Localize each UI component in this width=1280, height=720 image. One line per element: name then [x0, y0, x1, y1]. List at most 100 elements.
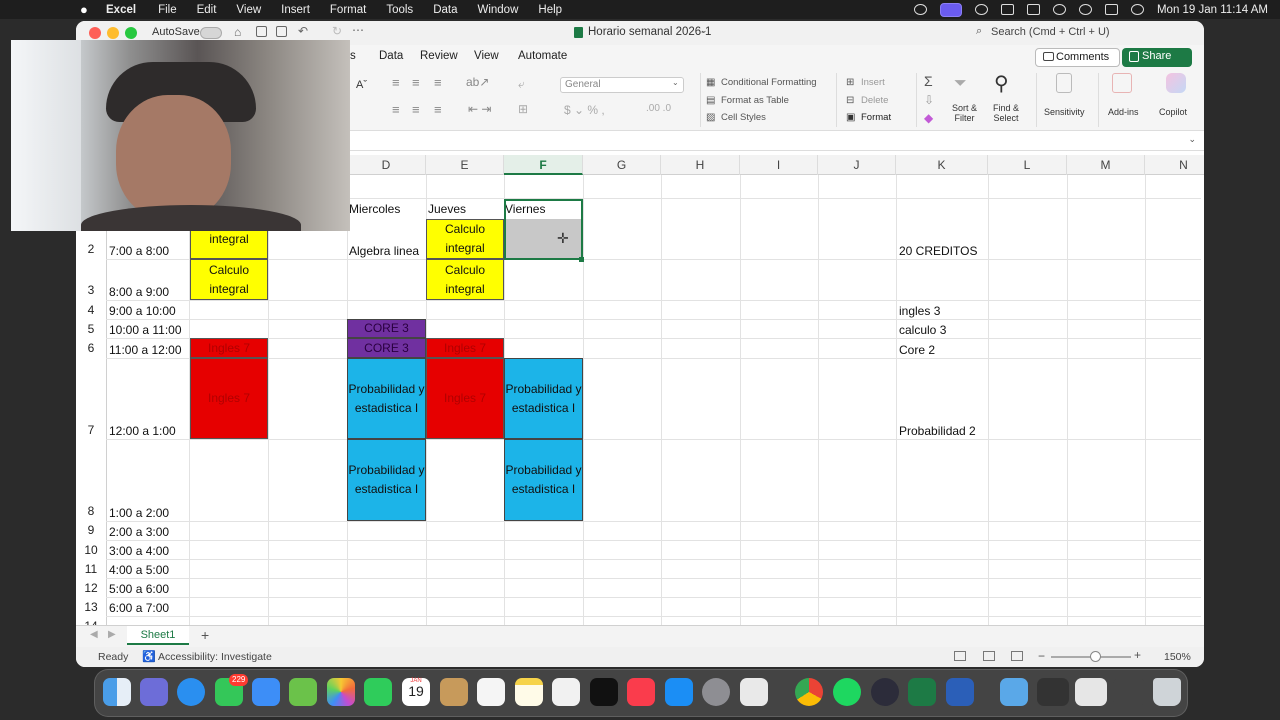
merge-icon[interactable]: ⊞ [518, 102, 528, 116]
normal-view-icon[interactable] [954, 651, 966, 661]
tab-automate[interactable]: Automate [518, 50, 567, 62]
more-icon[interactable]: ⋯ [352, 23, 364, 37]
facetime-icon[interactable] [364, 678, 392, 706]
decrease-font-icon[interactable]: Aˇ [356, 79, 367, 91]
row-header-4[interactable]: 4 [76, 303, 106, 317]
cell-d8[interactable]: Probabilidad y estadistica I [347, 439, 426, 521]
delete-button[interactable]: Delete [861, 95, 888, 106]
folder-icon[interactable] [1000, 678, 1028, 706]
app-store-icon[interactable] [665, 678, 693, 706]
system-settings-icon[interactable] [702, 678, 730, 706]
row-header-10[interactable]: 10 [76, 543, 106, 557]
prev-sheet-icon[interactable]: ◀ [90, 629, 98, 640]
find-select-button[interactable]: Find & Select [993, 103, 1019, 123]
wifi-icon[interactable] [1052, 4, 1066, 15]
chevron-down-icon[interactable]: ⌄ [700, 25, 708, 36]
indent-icon[interactable]: ⇤ ⇥ [468, 102, 491, 116]
edit-icon[interactable] [276, 26, 287, 37]
cell-b3[interactable]: Calculo integral [190, 259, 268, 300]
apple-tv-icon[interactable] [590, 678, 618, 706]
column-header-e[interactable]: E [426, 155, 504, 175]
cell-k7[interactable]: Probabilidad 2 [896, 358, 988, 439]
play-icon[interactable] [974, 4, 988, 15]
recent-window-thumbnail[interactable] [1037, 678, 1069, 706]
zoom-out-icon[interactable]: − [1038, 649, 1045, 663]
spotlight-icon[interactable] [1078, 4, 1092, 15]
recent-screenshot-thumbnail[interactable] [1113, 678, 1145, 706]
conditional-formatting-button[interactable]: Conditional Formatting [721, 77, 817, 88]
obs-icon[interactable] [871, 678, 899, 706]
launchpad-icon[interactable] [140, 678, 168, 706]
copilot-button[interactable]: Copilot [1159, 107, 1187, 117]
cell-d5[interactable]: CORE 3 [347, 319, 426, 338]
formula-bar-chevron-icon[interactable]: ⌄ [1188, 134, 1196, 145]
row-header-8[interactable]: 8 [76, 504, 106, 518]
document-title[interactable]: Horario semanal 2026-1 [588, 26, 711, 38]
control-center-icon[interactable] [1104, 4, 1118, 15]
sensitivity-button[interactable]: Sensitivity [1044, 107, 1085, 117]
close-window-icon[interactable] [89, 27, 101, 39]
cell-b6[interactable]: Ingles 7 [190, 338, 268, 358]
fill-icon[interactable]: ⇩ [924, 93, 934, 107]
finder-icon[interactable] [103, 678, 131, 706]
zoom-window-icon[interactable] [125, 27, 137, 39]
addins-button[interactable]: Add-ins [1108, 107, 1139, 117]
row-header-7[interactable]: 7 [76, 423, 106, 437]
column-header-d[interactable]: D [347, 155, 426, 175]
cell-f7[interactable]: Probabilidad y estadistica I [504, 358, 583, 439]
tab-formulas-partial[interactable]: s [350, 50, 356, 62]
maps-icon[interactable] [289, 678, 317, 706]
cell-d2[interactable]: Algebra linea [347, 219, 426, 259]
contacts-icon[interactable] [440, 678, 468, 706]
autosum-icon[interactable]: Σ [924, 73, 933, 89]
cell-e3[interactable]: Calculo integral [426, 259, 504, 300]
menu-data[interactable]: Data [433, 4, 457, 16]
autosave-toggle[interactable] [200, 27, 222, 39]
music-icon[interactable] [627, 678, 655, 706]
creative-cloud-icon[interactable] [913, 4, 927, 15]
menu-format[interactable]: Format [330, 4, 366, 16]
row-header-6[interactable]: 6 [76, 341, 106, 355]
row-header-12[interactable]: 12 [76, 581, 106, 595]
spotify-icon[interactable] [833, 678, 861, 706]
orientation-icon[interactable]: ab↗ [466, 75, 489, 89]
align-middle-icon[interactable]: ≡ [412, 75, 420, 90]
cell-k5[interactable]: calculo 3 [896, 319, 988, 338]
chrome-icon[interactable] [795, 678, 823, 706]
column-header-m[interactable]: M [1067, 155, 1145, 175]
column-header-n[interactable]: N [1145, 155, 1204, 175]
cell-d6[interactable]: CORE 3 [347, 338, 426, 358]
search-box[interactable]: Search (Cmd + Ctrl + U) [991, 26, 1110, 38]
photos-icon[interactable] [327, 678, 355, 706]
menu-view[interactable]: View [236, 4, 261, 16]
accessibility-icon[interactable] [1000, 4, 1014, 15]
clock[interactable]: Mon 19 Jan 11:14 AM [1157, 4, 1268, 16]
mail-icon[interactable] [252, 678, 280, 706]
tab-view[interactable]: View [474, 50, 499, 62]
cell-e2[interactable]: Calculo integral [426, 219, 504, 259]
column-header-f[interactable]: F [504, 155, 583, 175]
screen-mirror-icon[interactable] [939, 2, 962, 17]
column-header-k[interactable]: K [896, 155, 988, 175]
page-layout-icon[interactable] [983, 651, 995, 661]
cell-e6[interactable]: Ingles 7 [426, 338, 504, 358]
excel-icon[interactable] [908, 678, 936, 706]
column-header-j[interactable]: J [818, 155, 896, 175]
clear-icon[interactable]: ◆ [924, 111, 933, 125]
zoom-slider-thumb[interactable] [1090, 651, 1101, 662]
align-bottom-icon[interactable]: ≡ [434, 75, 442, 90]
add-sheet-icon[interactable]: + [201, 627, 209, 643]
zoom-level[interactable]: 150% [1164, 651, 1191, 663]
insert-button[interactable]: Insert [861, 77, 885, 88]
column-header-i[interactable]: I [740, 155, 818, 175]
home-icon[interactable]: ⌂ [234, 25, 241, 39]
cell-d7[interactable]: Probabilidad y estadistica I [347, 358, 426, 439]
cell-f8[interactable]: Probabilidad y estadistica I [504, 439, 583, 521]
cell-styles-button[interactable]: Cell Styles [721, 112, 766, 123]
cell-e7[interactable]: Ingles 7 [426, 358, 504, 439]
wrap-text-icon[interactable]: ⤶ [518, 77, 525, 92]
page-break-icon[interactable] [1011, 651, 1023, 661]
cell-a6[interactable]: 11:00 a 12:00 [106, 338, 189, 358]
row-header-3[interactable]: 3 [76, 283, 106, 297]
spreadsheet-grid[interactable]: 2 3 4 5 6 7 8 9 10 11 12 13 14 7:00 a 8:… [76, 175, 1201, 625]
